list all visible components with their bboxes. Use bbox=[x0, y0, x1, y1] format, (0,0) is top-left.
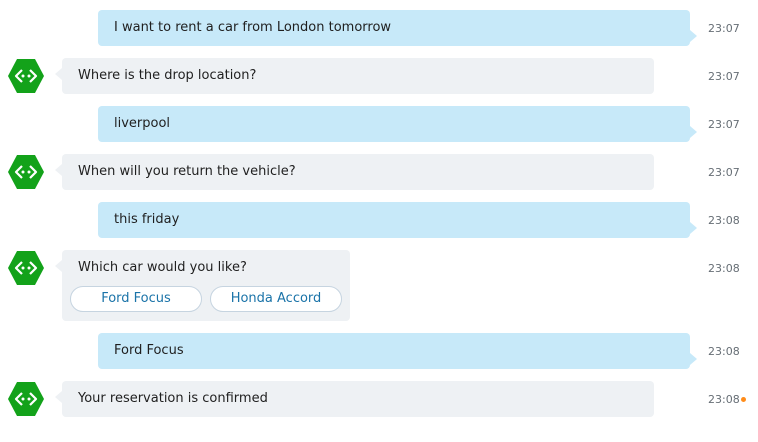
message-row-user: I want to rent a car from London tomorro… bbox=[0, 10, 758, 46]
message-text: Ford Focus bbox=[114, 343, 184, 358]
user-message-bubble: this friday bbox=[98, 202, 697, 238]
message-text: When will you return the vehicle? bbox=[78, 164, 296, 179]
message-text: I want to rent a car from London tomorro… bbox=[114, 20, 392, 35]
bot-message-bubble: Where is the drop location? bbox=[55, 58, 654, 94]
user-message-bubble: Ford Focus bbox=[98, 333, 697, 369]
bot-choice-card: Which car would you like? Ford Focus Hon… bbox=[55, 250, 350, 321]
message-row-user: this friday 23:08 bbox=[0, 202, 758, 238]
message-row-user: liverpool 23:07 bbox=[0, 106, 758, 142]
bot-avatar-icon bbox=[8, 155, 44, 189]
message-timestamp: 23:08 bbox=[708, 214, 740, 227]
unread-status-dot bbox=[741, 397, 746, 402]
message-timestamp: 23:08 bbox=[708, 345, 740, 358]
message-text: Your reservation is confirmed bbox=[78, 391, 268, 406]
user-message-bubble: I want to rent a car from London tomorro… bbox=[98, 10, 697, 46]
choice-button-ford-focus[interactable]: Ford Focus bbox=[70, 286, 202, 312]
message-text: this friday bbox=[114, 212, 180, 227]
message-text: Which car would you like? bbox=[78, 260, 247, 275]
message-row-bot: Where is the drop location? 23:07 bbox=[0, 57, 758, 97]
message-timestamp: 23:07 bbox=[708, 70, 740, 83]
message-row-user: Ford Focus 23:08 bbox=[0, 333, 758, 369]
message-text: liverpool bbox=[114, 116, 171, 131]
message-timestamp: 23:07 bbox=[708, 118, 740, 131]
message-text: Where is the drop location? bbox=[78, 68, 257, 83]
message-row-bot: When will you return the vehicle? 23:07 bbox=[0, 153, 758, 193]
bot-avatar-icon bbox=[8, 251, 44, 285]
chat-transcript: I want to rent a car from London tomorro… bbox=[0, 0, 758, 442]
message-timestamp: 23:07 bbox=[708, 166, 740, 179]
message-timestamp: 23:08 bbox=[708, 393, 740, 406]
message-timestamp: 23:07 bbox=[708, 22, 740, 35]
message-row-bot: Your reservation is confirmed 23:08 bbox=[0, 380, 758, 420]
message-timestamp: 23:08 bbox=[708, 262, 740, 275]
bot-message-bubble: When will you return the vehicle? bbox=[55, 154, 654, 190]
user-message-bubble: liverpool bbox=[98, 106, 697, 142]
choice-button-honda-accord[interactable]: Honda Accord bbox=[210, 286, 342, 312]
bot-avatar-icon bbox=[8, 382, 44, 416]
message-row-bot: Which car would you like? Ford Focus Hon… bbox=[0, 249, 758, 321]
bot-avatar-icon bbox=[8, 59, 44, 93]
bot-message-bubble: Your reservation is confirmed bbox=[55, 381, 654, 417]
